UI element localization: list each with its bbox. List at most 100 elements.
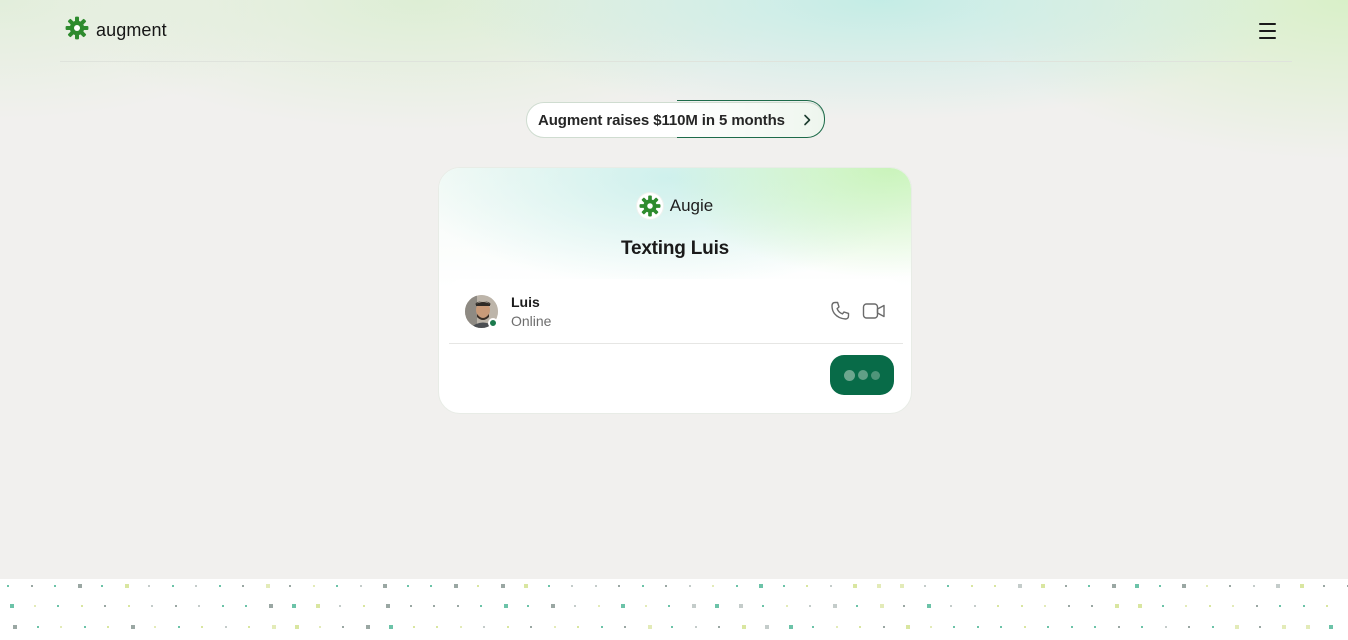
pattern-dot: [621, 604, 625, 608]
phone-icon[interactable]: [829, 300, 851, 322]
video-camera-icon[interactable]: [862, 301, 886, 321]
pattern-dot: [742, 625, 746, 629]
pattern-dot: [104, 605, 106, 607]
typing-dot: [844, 369, 855, 381]
pattern-dot: [574, 605, 576, 607]
pattern-dot: [671, 626, 673, 628]
pattern-dot: [1000, 626, 1002, 628]
pattern-dot: [198, 605, 200, 607]
pattern-dot: [248, 626, 250, 628]
pattern-dot: [548, 585, 550, 587]
conversation-panel: Luis Online: [449, 279, 903, 405]
pattern-dot: [1162, 605, 1164, 607]
pattern-dot: [295, 625, 299, 629]
hamburger-menu-icon[interactable]: [1256, 19, 1280, 43]
pattern-dot: [360, 585, 362, 587]
pattern-dot: [1206, 585, 1208, 587]
pattern-dot: [833, 604, 837, 608]
pattern-dot: [1185, 605, 1187, 607]
pattern-dot: [789, 625, 793, 629]
chat-demo-card: Augie Texting Luis Luis Online: [438, 167, 912, 414]
augment-gear-icon: [65, 16, 89, 45]
pattern-dot: [903, 605, 905, 607]
brand-logo-link[interactable]: augment: [60, 16, 167, 45]
pattern-dot: [78, 584, 82, 588]
card-gradient-header: [439, 168, 911, 288]
pattern-dot: [883, 626, 885, 628]
pattern-dot: [695, 626, 697, 628]
pattern-dot: [225, 626, 227, 628]
pattern-dot: [856, 605, 858, 607]
pattern-dot: [7, 585, 9, 587]
typing-dot: [871, 370, 880, 380]
pattern-dot: [736, 585, 738, 587]
pattern-dot: [1024, 626, 1026, 628]
pattern-dot: [433, 605, 435, 607]
pattern-dot: [454, 584, 458, 588]
pattern-dot: [924, 585, 926, 587]
pattern-dot: [527, 605, 529, 607]
card-title: Texting Luis: [620, 238, 730, 259]
pattern-dot: [1118, 626, 1120, 628]
pattern-dot: [313, 585, 315, 587]
pattern-dot: [524, 584, 528, 588]
pattern-dot: [336, 585, 338, 587]
pattern-dot: [645, 605, 647, 607]
pattern-dot: [601, 626, 603, 628]
pattern-dot: [1071, 626, 1073, 628]
pattern-dot: [877, 584, 881, 588]
pattern-dot: [739, 604, 743, 608]
pattern-dot: [880, 604, 884, 608]
pattern-dot: [201, 626, 203, 628]
pattern-dot: [906, 625, 910, 629]
pattern-dot: [812, 626, 814, 628]
pattern-dot: [242, 585, 244, 587]
pattern-dot: [1303, 605, 1305, 607]
pattern-dot: [1065, 585, 1067, 587]
pattern-dot: [765, 625, 769, 629]
pattern-dot: [598, 605, 600, 607]
pattern-dot: [366, 625, 370, 629]
pattern-dot: [413, 626, 415, 628]
pattern-dot: [950, 605, 952, 607]
pattern-dot: [1021, 605, 1023, 607]
pattern-dot: [148, 585, 150, 587]
pattern-dot: [1041, 584, 1045, 588]
pattern-dot: [292, 604, 296, 608]
pattern-dot: [692, 604, 696, 608]
pattern-dot: [1276, 584, 1280, 588]
pattern-dot: [195, 585, 197, 587]
pattern-dot: [1256, 605, 1258, 607]
pattern-dot: [504, 604, 508, 608]
pattern-dot: [1091, 605, 1093, 607]
pattern-dot: [57, 605, 59, 607]
pattern-dot: [1115, 604, 1119, 608]
pattern-dot: [436, 626, 438, 628]
announcement-pill[interactable]: Augment raises $110M in 5 months: [526, 100, 825, 138]
pattern-dot: [342, 626, 344, 628]
pattern-dot: [971, 585, 973, 587]
agent-name: Augie: [669, 196, 714, 215]
pattern-dot: [783, 585, 785, 587]
pattern-dot: [507, 626, 509, 628]
pattern-dot: [178, 626, 180, 628]
pattern-dot: [577, 626, 579, 628]
dot-pattern-svg: [7, 584, 1348, 629]
contact-status: Online: [511, 313, 552, 329]
pattern-dot: [84, 626, 86, 628]
pattern-dot: [460, 626, 462, 628]
pattern-dot: [60, 626, 62, 628]
pattern-dot: [501, 584, 505, 588]
pattern-dot: [410, 605, 412, 607]
pattern-dot: [363, 605, 365, 607]
pattern-dot: [759, 584, 763, 588]
pattern-dot: [530, 626, 532, 628]
pattern-dot: [407, 585, 409, 587]
pattern-dot: [339, 605, 341, 607]
pattern-dot: [618, 585, 620, 587]
pattern-dot: [1044, 605, 1046, 607]
pattern-dot: [1188, 626, 1190, 628]
pattern-dot: [762, 605, 764, 607]
pattern-dot: [648, 625, 652, 629]
pattern-dot: [457, 605, 459, 607]
